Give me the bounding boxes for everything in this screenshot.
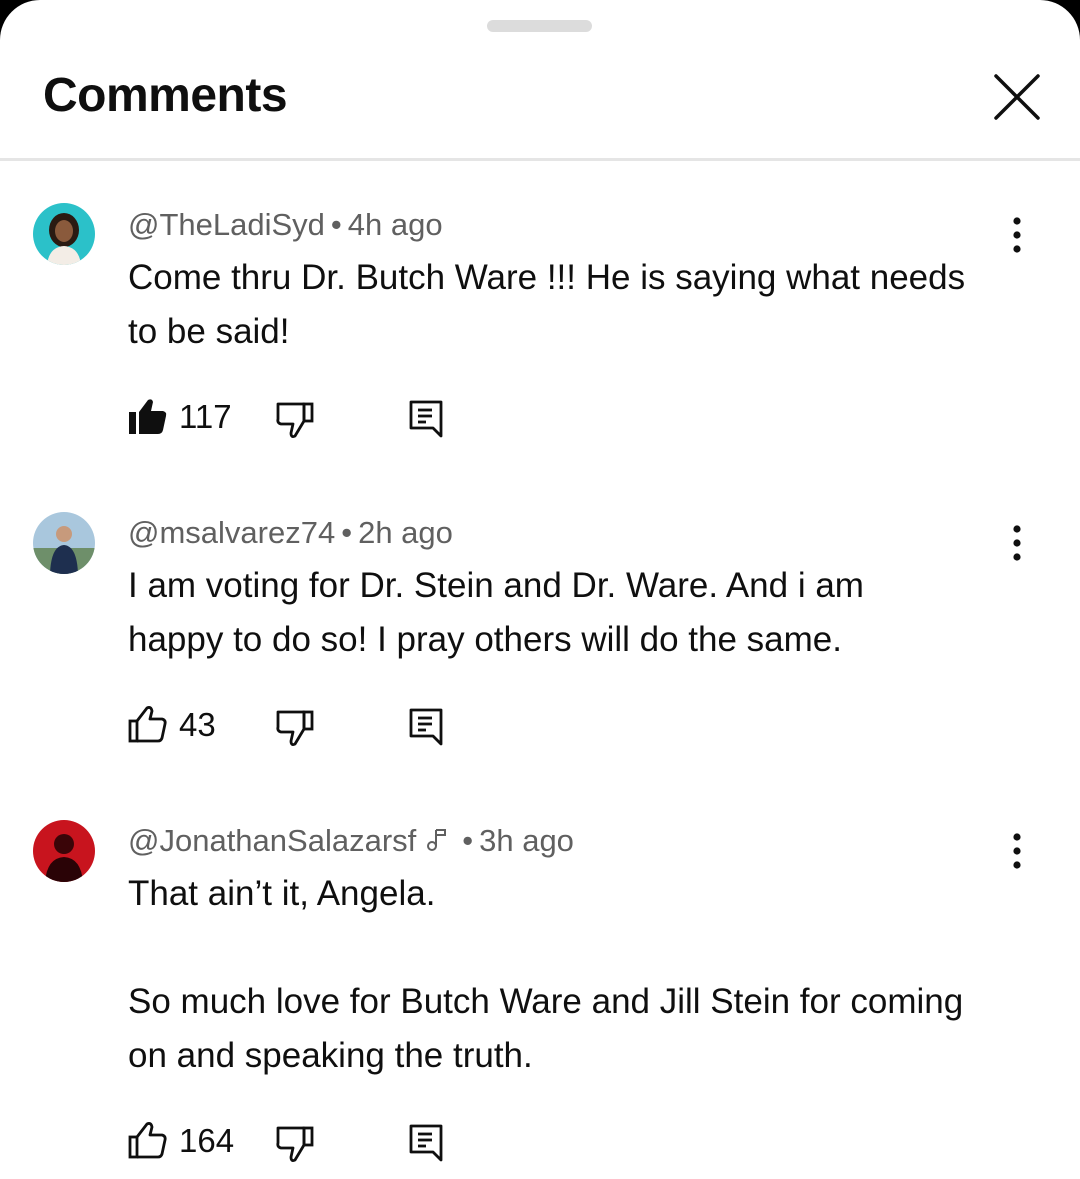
reply-button[interactable]	[408, 707, 444, 747]
comment-line	[128, 921, 1028, 975]
meta-separator: •	[330, 207, 342, 242]
like-button[interactable]	[128, 1121, 168, 1161]
page-title: Comments	[43, 69, 288, 122]
comment-line: to be said!	[128, 312, 290, 351]
thumbs-up-icon	[128, 1122, 167, 1159]
meta-separator: •	[341, 515, 353, 550]
comment-author[interactable]: @TheLadiSyd	[128, 207, 325, 242]
comment-time: 2h ago	[358, 515, 453, 550]
comment-reply-icon	[409, 400, 443, 438]
avatar[interactable]	[33, 203, 95, 265]
comment-reply-icon	[409, 708, 443, 746]
like-count: 164	[179, 1122, 235, 1159]
comment-line: Come thru Dr. Butch Ware !!! He is sayin…	[128, 258, 966, 297]
drag-handle[interactable]	[487, 20, 592, 32]
comment-line: I am voting for Dr. Stein and Dr. Ware. …	[128, 566, 864, 605]
comment-author[interactable]: @JonathanSalazarsf	[128, 823, 416, 858]
comment-meta: @JonathanSalazarsf • 3h ago	[128, 823, 574, 861]
comment-line: So much love for Butch Ware and Jill Ste…	[128, 982, 964, 1021]
comment-text: I am voting for Dr. Stein and Dr. Ware. …	[128, 559, 1028, 667]
comment-reply-icon	[409, 1124, 443, 1162]
like-button[interactable]	[128, 397, 168, 437]
close-button[interactable]	[990, 70, 1044, 124]
close-icon	[994, 74, 1040, 120]
comment-text: That ain’t it, Angela. So much love for …	[128, 867, 1028, 1083]
comments-sheet: Comments @TheLadiSyd • 4h ago Come thru Dr	[0, 0, 1080, 1179]
thumbs-down-icon	[276, 710, 314, 746]
comment-actions: 117	[128, 397, 528, 441]
comment-actions: 164	[128, 1121, 528, 1165]
dislike-button[interactable]	[275, 707, 315, 747]
dislike-button[interactable]	[275, 399, 315, 439]
like-button[interactable]	[128, 705, 168, 745]
comment-line: That ain’t it, Angela.	[128, 874, 436, 913]
like-count: 43	[179, 706, 216, 743]
comment-time: 4h ago	[347, 207, 443, 242]
comment-line: on and speaking the truth.	[128, 1036, 533, 1075]
thumbs-down-icon	[276, 402, 314, 438]
like-count: 117	[179, 398, 232, 435]
comment-time: 3h ago	[479, 823, 574, 858]
reply-button[interactable]	[408, 399, 444, 439]
avatar[interactable]	[33, 820, 95, 882]
comment-meta: @TheLadiSyd • 4h ago	[128, 207, 443, 243]
meta-separator: •	[462, 823, 474, 858]
reply-button[interactable]	[408, 1123, 444, 1163]
avatar[interactable]	[33, 512, 95, 574]
comment-line: happy to do so! I pray others will do th…	[128, 620, 842, 659]
music-note-icon	[426, 825, 448, 861]
header-divider	[0, 158, 1080, 161]
thumbs-up-icon	[128, 706, 167, 743]
comment-text: Come thru Dr. Butch Ware !!! He is sayin…	[128, 251, 1028, 359]
thumbs-up-filled-icon	[129, 399, 167, 434]
thumbs-down-icon	[276, 1126, 314, 1162]
comment-author[interactable]: @msalvarez74	[128, 515, 335, 550]
comment-meta: @msalvarez74 • 2h ago	[128, 515, 453, 551]
comment-actions: 43	[128, 705, 528, 749]
dislike-button[interactable]	[275, 1123, 315, 1163]
